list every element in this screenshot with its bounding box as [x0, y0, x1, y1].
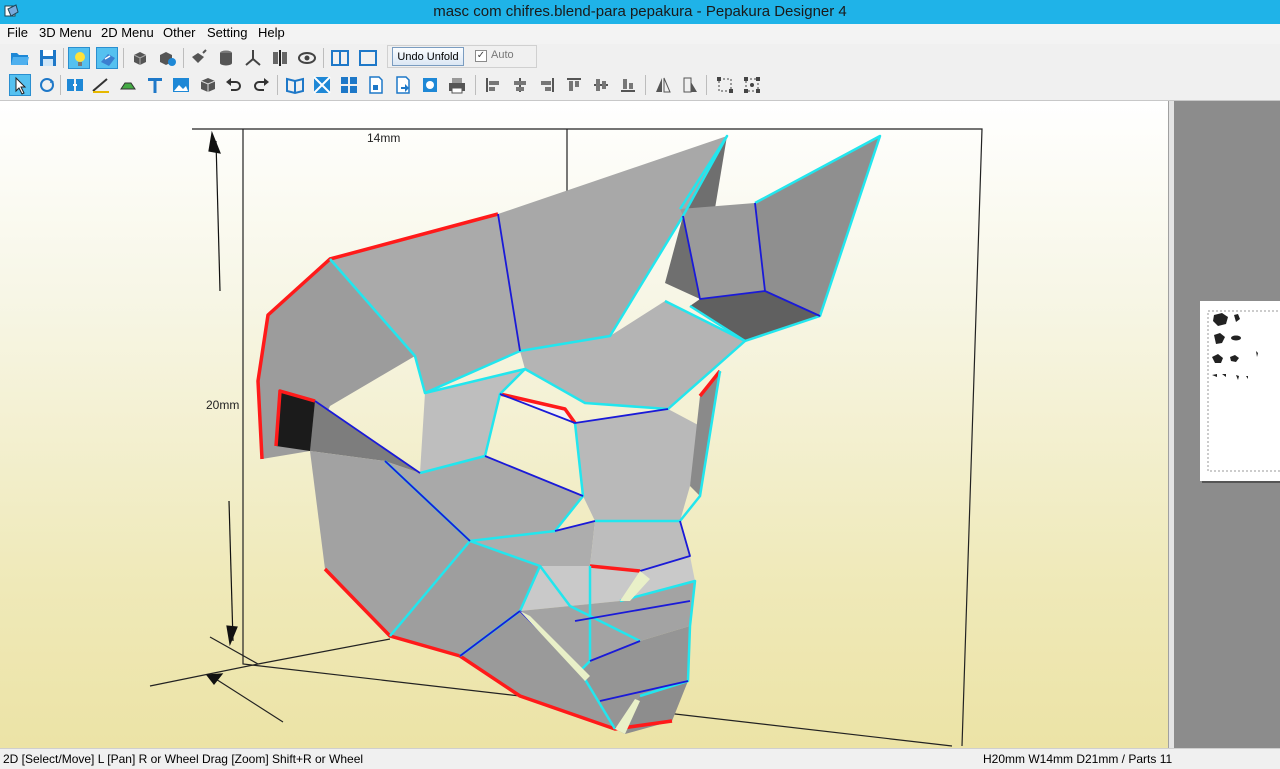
bounding-box-icon[interactable]: [714, 74, 736, 96]
menu-help[interactable]: Help: [258, 25, 285, 40]
model-canvas[interactable]: [0, 101, 1168, 748]
flap-edit-icon[interactable]: [117, 74, 139, 96]
toolbar-separator: [323, 48, 324, 68]
height-dimension-label: 20mm: [206, 398, 240, 412]
redo-icon[interactable]: [250, 74, 272, 96]
open-folder-icon[interactable]: [9, 47, 31, 69]
rotate-model-icon[interactable]: [129, 47, 151, 69]
menu-setting[interactable]: Setting: [207, 25, 247, 40]
status-dimensions: H20mm W14mm D21mm / Parts 11: [983, 752, 1173, 766]
arrange-icon[interactable]: [311, 74, 333, 96]
view-3d[interactable]: 14mm 20mm: [0, 101, 1168, 748]
text-icon[interactable]: [144, 74, 166, 96]
print-preview-icon[interactable]: [419, 74, 441, 96]
toolbar-separator: [183, 48, 184, 68]
lightbulb-icon[interactable]: [68, 47, 90, 69]
status-bar: 2D [Select/Move] L [Pan] R or Wheel Drag…: [0, 748, 1280, 769]
axis-icon[interactable]: [242, 47, 264, 69]
toolbar-separator: [123, 48, 124, 68]
align-left-icon[interactable]: [482, 74, 504, 96]
fold-line-icon[interactable]: [90, 74, 112, 96]
book-icon[interactable]: [284, 74, 306, 96]
toolbar-main: Undo Unfold ✓ Auto: [0, 44, 1280, 71]
menu-other[interactable]: Other: [163, 25, 196, 40]
view-2d[interactable]: [1174, 101, 1280, 748]
split-faces-icon[interactable]: [269, 47, 291, 69]
toolbar-separator: [277, 75, 278, 95]
toolbar-separator: [475, 75, 476, 95]
window-title: masc com chifres.blend-para pepakura - P…: [433, 3, 847, 20]
status-hint: 2D [Select/Move] L [Pan] R or Wheel Drag…: [3, 752, 364, 766]
undo-unfold-button[interactable]: Undo Unfold: [392, 47, 464, 66]
texture-icon[interactable]: [96, 47, 118, 69]
edit-model-icon[interactable]: [156, 47, 178, 69]
image-icon[interactable]: [170, 74, 192, 96]
unfolded-parts: [1207, 310, 1280, 472]
auto-checkbox[interactable]: ✓: [475, 50, 487, 62]
join-parts-icon[interactable]: [64, 74, 86, 96]
flip-vertical-icon[interactable]: [679, 74, 701, 96]
menu-file[interactable]: File: [7, 25, 28, 40]
menu-2d[interactable]: 2D Menu: [101, 25, 154, 40]
export-page-icon[interactable]: [392, 74, 414, 96]
select-move-icon[interactable]: [9, 74, 31, 96]
paper-sheet: [1200, 301, 1280, 481]
cylinder-icon[interactable]: [215, 47, 237, 69]
cube-icon[interactable]: [197, 74, 219, 96]
undo-icon[interactable]: [223, 74, 245, 96]
menu-bar: File 3D Menu 2D Menu Other Setting Help: [0, 24, 1280, 44]
paint-bucket-icon[interactable]: [188, 47, 210, 69]
align-bottom-icon[interactable]: [617, 74, 639, 96]
toolbar-2d: [0, 71, 1280, 101]
save-icon[interactable]: [37, 47, 59, 69]
flip-horizontal-icon[interactable]: [652, 74, 674, 96]
width-dimension-label: 14mm: [367, 131, 401, 145]
align-right-icon[interactable]: [536, 74, 558, 96]
split-view-icon[interactable]: [329, 47, 351, 69]
page-icon[interactable]: [365, 74, 387, 96]
menu-3d[interactable]: 3D Menu: [39, 25, 92, 40]
rotate-part-icon[interactable]: [36, 74, 58, 96]
align-top-icon[interactable]: [563, 74, 585, 96]
title-bar: masc com chifres.blend-para pepakura - P…: [0, 0, 1280, 24]
toolbar-separator: [706, 75, 707, 95]
align-center-icon[interactable]: [509, 74, 531, 96]
mask-model[interactable]: [256, 134, 882, 734]
printer-icon[interactable]: [446, 74, 468, 96]
toolbar-separator: [645, 75, 646, 95]
show-hide-icon[interactable]: [296, 47, 318, 69]
auto-checkbox-label: Auto: [491, 49, 514, 61]
toolbar-separator: [63, 48, 64, 68]
align-middle-icon[interactable]: [590, 74, 612, 96]
select-all-icon[interactable]: [741, 74, 763, 96]
single-view-icon[interactable]: [357, 47, 379, 69]
toolbar-separator: [60, 75, 61, 95]
grid-layout-icon[interactable]: [338, 74, 360, 96]
